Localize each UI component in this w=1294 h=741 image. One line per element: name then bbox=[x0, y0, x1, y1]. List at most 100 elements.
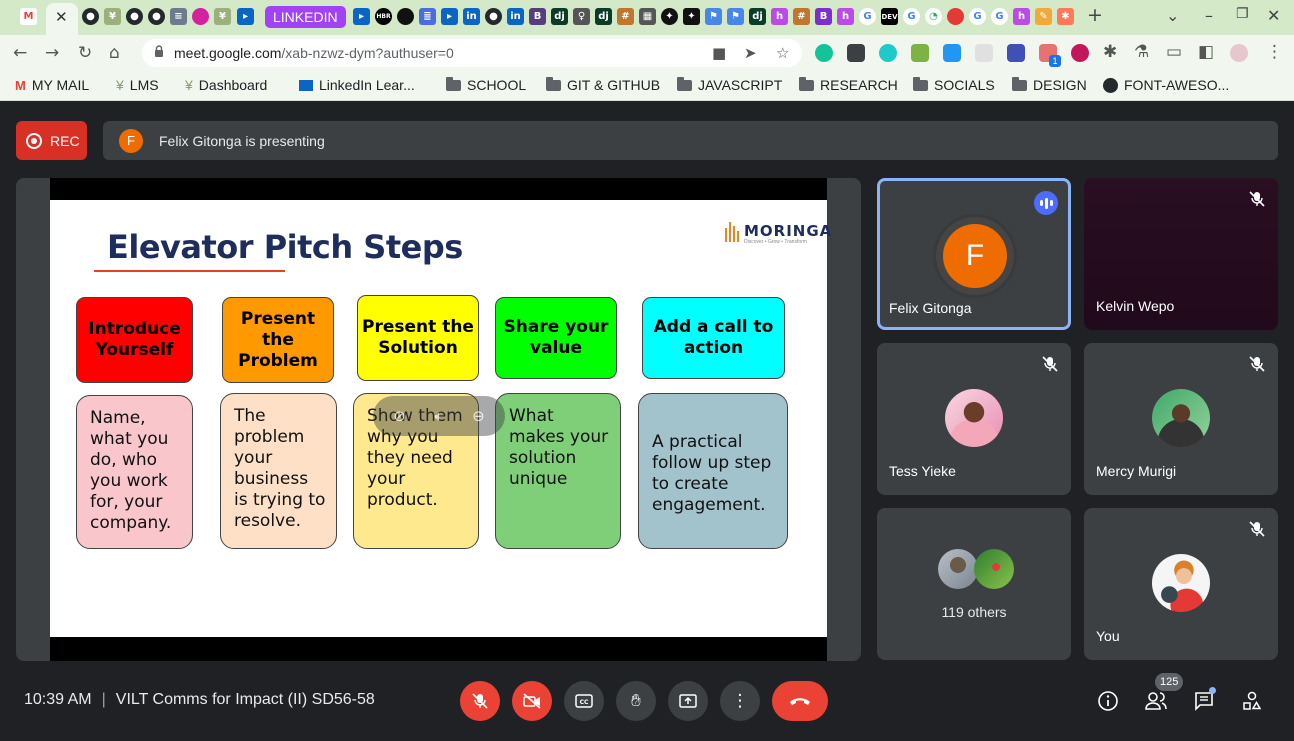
send-icon[interactable]: ➤ bbox=[744, 44, 757, 62]
django-tab-icon[interactable]: dj bbox=[595, 8, 612, 25]
google-tab-icon[interactable]: G bbox=[903, 8, 920, 25]
bookmark-folder-school[interactable]: SCHOOL bbox=[446, 76, 526, 93]
linkedin-tab-icon[interactable]: in bbox=[463, 8, 480, 25]
django-tab-icon[interactable]: dj bbox=[551, 8, 568, 25]
bookmark-folder-design[interactable]: DESIGN bbox=[1012, 76, 1087, 93]
camera-blocked-icon[interactable]: ■ bbox=[712, 44, 726, 62]
dropper-extension-icon[interactable] bbox=[911, 44, 929, 62]
toggle-camera-button[interactable] bbox=[512, 681, 552, 721]
flag-tab-icon[interactable]: ⚑ bbox=[705, 8, 722, 25]
red-circle-tab-icon[interactable] bbox=[947, 8, 964, 25]
bootstrap-tab-icon[interactable]: B bbox=[815, 8, 832, 25]
hbr-tab-icon[interactable]: HBR bbox=[375, 8, 392, 25]
stack-tab-icon[interactable]: ≡ bbox=[170, 8, 187, 25]
bulb-tab-icon[interactable]: ♀ bbox=[573, 8, 590, 25]
github-tab-icon[interactable]: ● bbox=[485, 8, 502, 25]
chrome-menu-icon[interactable]: ⋮ bbox=[1266, 42, 1283, 62]
minimize-icon[interactable]: – bbox=[1205, 6, 1213, 25]
more-options-button[interactable]: ⋮ bbox=[720, 681, 760, 721]
toggle-microphone-button[interactable] bbox=[460, 681, 500, 721]
close-window-icon[interactable]: ✕ bbox=[1267, 6, 1280, 25]
video-tab-icon[interactable]: ▸ bbox=[353, 8, 370, 25]
leave-call-button[interactable] bbox=[772, 681, 828, 721]
raise-hand-button[interactable]: ✋︎ bbox=[616, 681, 656, 721]
recording-indicator[interactable]: REC bbox=[16, 121, 87, 160]
grammarly-extension-icon[interactable] bbox=[815, 44, 833, 62]
linkedin-tab-icon[interactable]: in bbox=[507, 8, 524, 25]
volume-icon[interactable]: 🔈︎ bbox=[434, 407, 443, 425]
palm-tab-icon[interactable]: ¥ bbox=[214, 8, 231, 25]
pen-tab-icon[interactable]: ✎ bbox=[1035, 8, 1052, 25]
google-tab-icon[interactable]: G bbox=[859, 8, 876, 25]
lock-icon[interactable] bbox=[154, 45, 164, 57]
django-tab-icon[interactable]: dj bbox=[749, 8, 766, 25]
meeting-details-button[interactable] bbox=[1096, 689, 1120, 713]
grid-tab-icon[interactable]: # bbox=[793, 8, 810, 25]
participant-tile-tess[interactable]: Tess Yieke bbox=[877, 343, 1071, 495]
extensions-puzzle-icon[interactable]: ✱ bbox=[1103, 42, 1117, 62]
github-tab-icon[interactable]: ● bbox=[82, 8, 99, 25]
bootstrap-tab-icon[interactable]: B bbox=[529, 8, 546, 25]
address-bar[interactable]: meet.google.com/xab-nzwz-dym?authuser=0 … bbox=[142, 39, 802, 67]
gmail-tab-icon[interactable]: M bbox=[20, 8, 37, 25]
close-tab-icon[interactable]: ✕ bbox=[55, 8, 68, 26]
new-tab-icon[interactable]: + bbox=[1087, 4, 1103, 26]
participant-tile-kelvin[interactable]: Kelvin Wepo bbox=[1084, 178, 1278, 330]
present-now-button[interactable] bbox=[668, 681, 708, 721]
bookmark-font-awesome[interactable]: FONT-AWESO... bbox=[1103, 77, 1229, 93]
bookmark-folder-git[interactable]: GIT & GITHUB bbox=[546, 76, 660, 93]
hubspot-tab-icon[interactable]: ✱ bbox=[1057, 8, 1074, 25]
captions-button[interactable]: CC bbox=[564, 681, 604, 721]
flask-icon[interactable]: ⚗ bbox=[1134, 42, 1149, 62]
table-tab-icon[interactable]: ▦ bbox=[639, 8, 656, 25]
participant-tile-you[interactable]: You bbox=[1084, 508, 1278, 660]
video-tab-icon[interactable]: ▸ bbox=[237, 8, 254, 25]
json-extension-icon[interactable] bbox=[975, 44, 993, 62]
palm-tab-icon[interactable]: ¥ bbox=[104, 8, 121, 25]
url-text[interactable]: meet.google.com/xab-nzwz-dym?authuser=0 bbox=[174, 45, 454, 61]
m-extension-icon[interactable] bbox=[879, 44, 897, 62]
grid-tab-icon[interactable]: # bbox=[617, 8, 634, 25]
participant-tile-mercy[interactable]: Mercy Murigi bbox=[1084, 343, 1278, 495]
participant-tile-felix[interactable]: F Felix Gitonga bbox=[877, 178, 1071, 330]
toolbox-extension-icon[interactable] bbox=[1007, 44, 1025, 62]
reload-icon[interactable]: ↻ bbox=[78, 43, 92, 63]
video-tab-icon[interactable]: ▸ bbox=[441, 8, 458, 25]
bookmark-my-mail[interactable]: M MY MAIL bbox=[15, 77, 89, 93]
google-tab-icon[interactable]: G bbox=[969, 8, 986, 25]
remove-icon[interactable]: ⊖ bbox=[472, 407, 485, 425]
color-picker-extension-icon[interactable] bbox=[1071, 44, 1089, 62]
terminal-extension-icon[interactable] bbox=[847, 44, 865, 62]
github-tab-icon[interactable]: ● bbox=[148, 8, 165, 25]
cast-icon[interactable]: ▭ bbox=[1166, 42, 1182, 62]
forward-icon[interactable]: → bbox=[45, 43, 59, 63]
hackernoon-tab-icon[interactable]: h bbox=[837, 8, 854, 25]
chart-tab-icon[interactable]: ◔ bbox=[925, 8, 942, 25]
bookmark-star-icon[interactable]: ☆ bbox=[776, 44, 789, 62]
tab-search-chevron-icon[interactable]: ⌄ bbox=[1166, 6, 1179, 25]
dark-circle-tab-icon[interactable] bbox=[397, 8, 414, 25]
flag-tab-icon[interactable]: ⚑ bbox=[727, 8, 744, 25]
bookmark-folder-socials[interactable]: SOCIALS bbox=[913, 76, 995, 93]
bookmark-dashboard[interactable]: ¥ Dashboard bbox=[185, 77, 267, 93]
game-tab-icon[interactable]: ✦ bbox=[661, 8, 678, 25]
dev-tab-icon[interactable]: DEV bbox=[881, 8, 898, 25]
tab-group-linkedin[interactable]: LINKEDIN bbox=[265, 6, 346, 28]
side-panel-icon[interactable]: ◧ bbox=[1198, 42, 1214, 62]
hackernoon-tab-icon[interactable]: h bbox=[771, 8, 788, 25]
bookmark-folder-research[interactable]: RESEARCH bbox=[799, 76, 898, 93]
hackernoon-tab-icon[interactable]: h bbox=[1013, 8, 1030, 25]
people-button[interactable] bbox=[1144, 689, 1168, 713]
participant-tile-others[interactable]: 119 others bbox=[877, 508, 1071, 660]
google-tab-icon[interactable]: G bbox=[991, 8, 1008, 25]
bookmark-folder-javascript[interactable]: JAVASCRIPT bbox=[677, 76, 782, 93]
game-tab-icon[interactable]: ✦ bbox=[683, 8, 700, 25]
font-extension-icon[interactable] bbox=[943, 44, 961, 62]
restore-icon[interactable]: ❐ bbox=[1236, 6, 1249, 22]
bookmark-lms[interactable]: ¥ LMS bbox=[116, 77, 159, 93]
docs-tab-icon[interactable]: ≣ bbox=[419, 8, 436, 25]
presentation-stage[interactable]: Elevator Pitch Steps MORINGA Discover • … bbox=[16, 178, 861, 661]
pink-tab-icon[interactable] bbox=[192, 8, 209, 25]
bookmark-linkedin-learning[interactable]: LinkedIn Lear... bbox=[299, 77, 415, 93]
profile-avatar[interactable] bbox=[1230, 44, 1248, 62]
